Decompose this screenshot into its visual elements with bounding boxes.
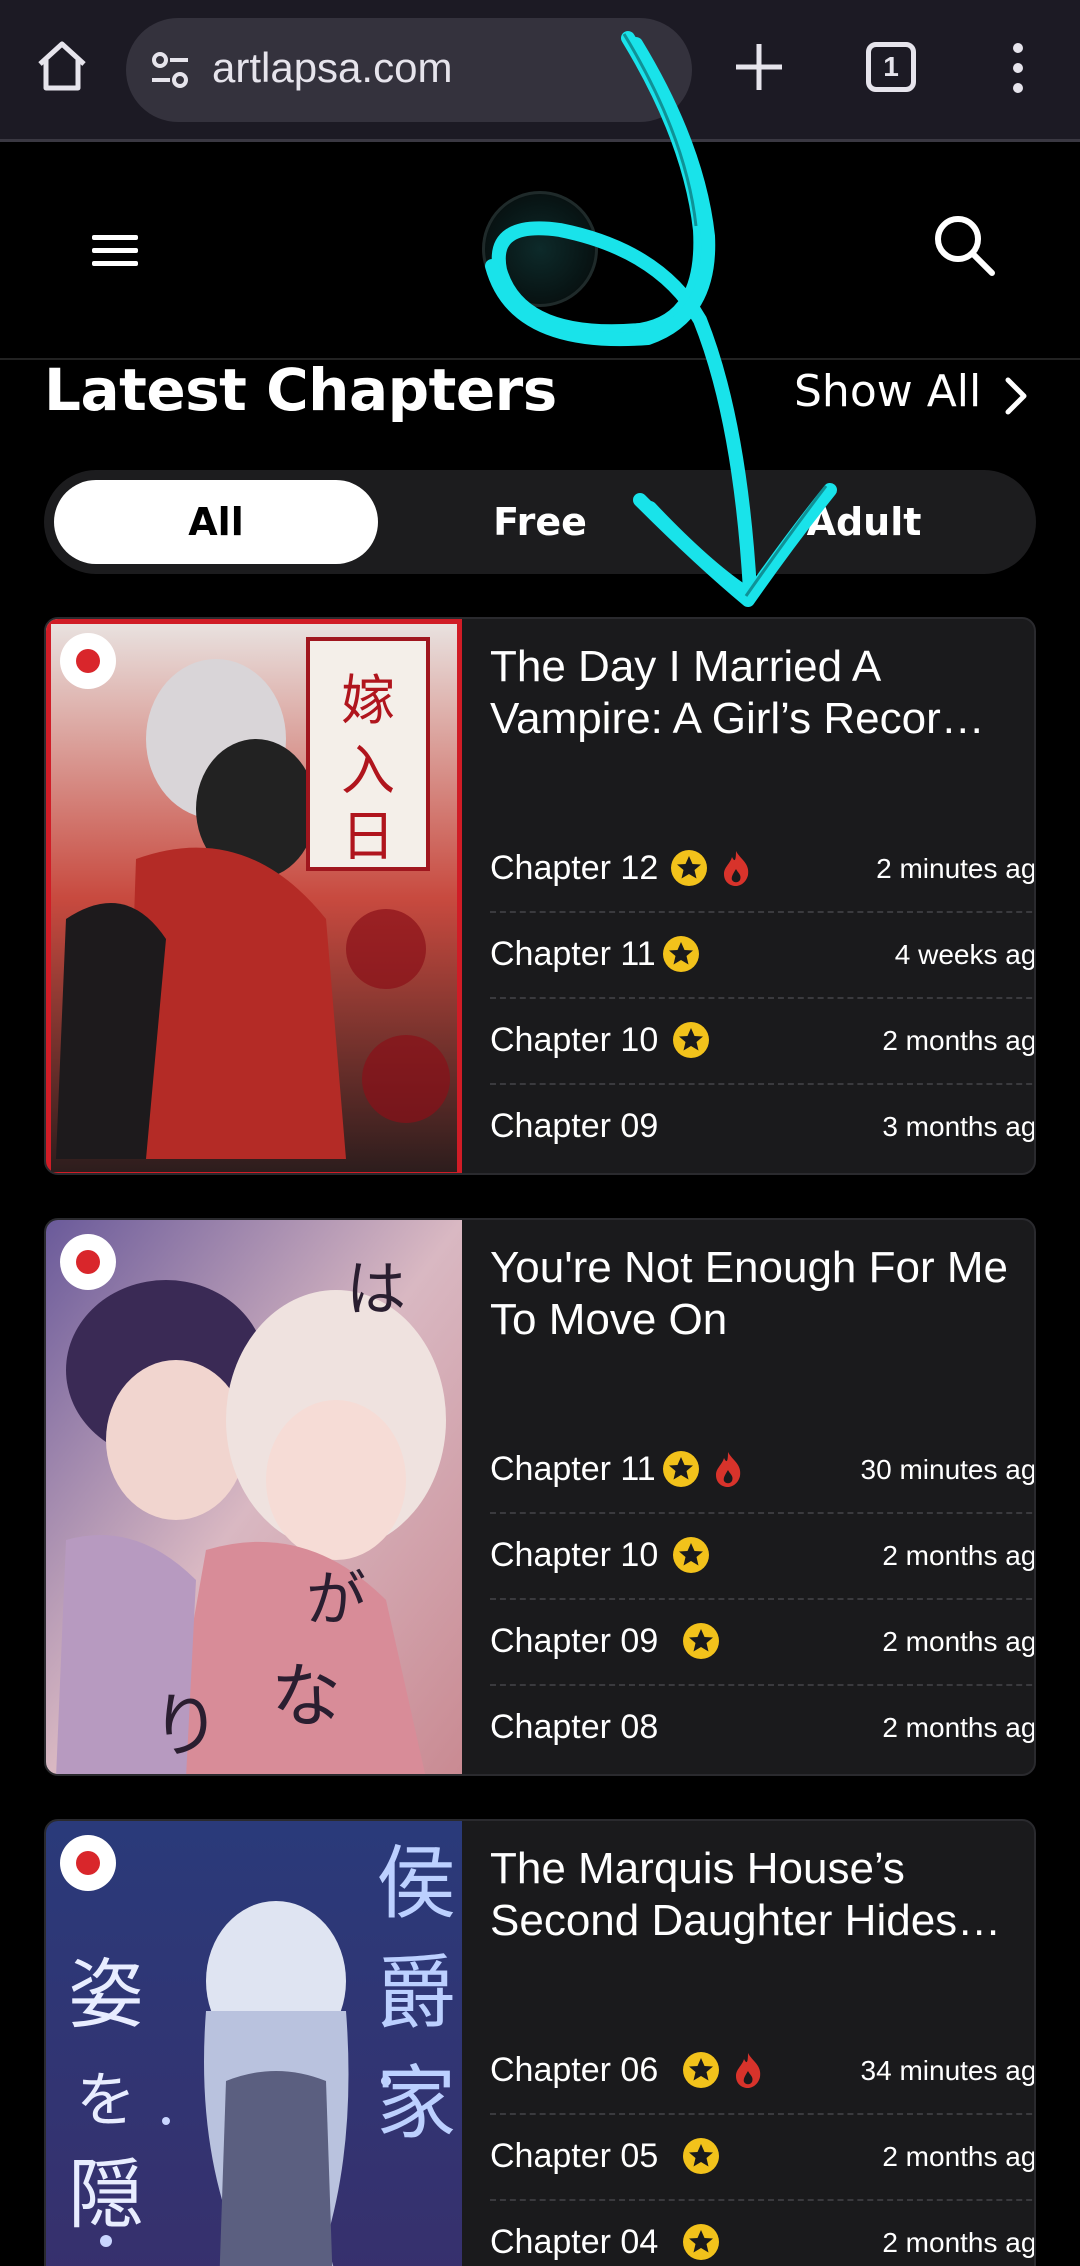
japan-flag-icon (60, 1835, 116, 1891)
site-logo[interactable] (482, 191, 598, 307)
svg-text:り: り (151, 1685, 221, 1767)
star-icon (663, 936, 699, 972)
card-title[interactable]: The Marquis House’s Second Daughter Hide… (490, 1843, 1010, 1947)
chapter-badges (682, 2137, 720, 2177)
star-icon (673, 1537, 709, 1573)
star-icon (663, 1451, 699, 1487)
svg-text:は: は (346, 1255, 406, 1325)
chapter-row[interactable]: Chapter 05 2 months ago (490, 2115, 1036, 2201)
star-icon (683, 2224, 719, 2260)
chapter-label[interactable]: Chapter 09 (490, 1107, 658, 1146)
chapter-row[interactable]: Chapter 11 30 minutes ago (490, 1428, 1036, 1514)
chapter-badges (662, 935, 700, 975)
fire-icon (716, 1452, 741, 1487)
svg-text:爵: 爵 (376, 1947, 456, 2040)
star-icon (683, 2138, 719, 2174)
chapter-time: 2 months ago (882, 1025, 1036, 1056)
tune-icon[interactable] (148, 48, 192, 92)
chapter-row[interactable]: Chapter 10 2 months ago (490, 999, 1036, 1085)
chapter-badges (670, 849, 752, 889)
chapter-badges (662, 1450, 744, 1490)
fire-icon (736, 2053, 761, 2088)
chapter-time: 34 minutes ago (860, 2055, 1036, 2086)
plus-icon[interactable] (728, 36, 790, 98)
browser-toolbar: artlapsa.com 1 (0, 0, 1080, 142)
filter-tab-all[interactable]: All (54, 480, 378, 564)
chapter-time: 2 months ago (882, 1712, 1036, 1743)
chapter-label[interactable]: Chapter 06 (490, 2051, 658, 2090)
chapter-time: 2 months ago (882, 2227, 1036, 2258)
svg-text:姿: 姿 (68, 1950, 144, 2039)
fire-icon (724, 851, 749, 886)
manga-card[interactable]: は が な り You're Not Enough For Me To Move… (44, 1218, 1036, 1776)
chapter-time: 4 weeks ago (894, 939, 1036, 970)
chapter-time: 3 months ago (882, 1111, 1036, 1142)
chapter-row[interactable]: Chapter 09 2 months ago (490, 1600, 1036, 1686)
svg-text:侯: 侯 (376, 1837, 456, 1930)
chapter-row[interactable]: Chapter 09 3 months ago (490, 1085, 1036, 1171)
site-header (0, 145, 1080, 360)
search-icon[interactable] (930, 211, 1000, 281)
url-text[interactable]: artlapsa.com (212, 44, 452, 92)
address-bar[interactable]: artlapsa.com (126, 18, 692, 122)
svg-text:入: 入 (341, 739, 395, 802)
tab-switcher-button[interactable]: 1 (866, 42, 916, 92)
chapter-badges (682, 1622, 720, 1662)
hamburger-icon[interactable] (86, 229, 144, 273)
star-icon (671, 850, 707, 886)
japan-flag-icon (60, 633, 116, 689)
star-icon (673, 1022, 709, 1058)
chapter-label[interactable]: Chapter 10 (490, 1536, 658, 1575)
section-title: Latest Chapters (44, 356, 557, 424)
chapter-label[interactable]: Chapter 08 (490, 1708, 658, 1747)
chapter-row[interactable]: Chapter 04 2 months ago (490, 2201, 1036, 2266)
chapter-label[interactable]: Chapter 11 (490, 935, 656, 974)
chapter-row[interactable]: Chapter 06 34 minutes ago (490, 2029, 1036, 2115)
show-all-link[interactable]: Show All (794, 366, 981, 417)
svg-text:家: 家 (376, 2057, 456, 2150)
chapter-time: 30 minutes ago (860, 1454, 1036, 1485)
chapter-badges (682, 2223, 720, 2263)
chapter-label[interactable]: Chapter 12 (490, 849, 658, 888)
cover-image[interactable]: 侯 爵 家 姿 を 隠 (46, 1821, 462, 2266)
chapter-label[interactable]: Chapter 05 (490, 2137, 658, 2176)
svg-text:隠: 隠 (68, 2150, 144, 2239)
chapter-badges (682, 2051, 764, 2091)
star-icon (683, 2052, 719, 2088)
japan-flag-icon (60, 1234, 116, 1290)
chapter-label[interactable]: Chapter 04 (490, 2223, 658, 2262)
chapter-time: 2 months ago (882, 1540, 1036, 1571)
svg-text:を: を (76, 2066, 136, 2136)
chapter-row[interactable]: Chapter 10 2 months ago (490, 1514, 1036, 1600)
chapter-row[interactable]: Chapter 12 2 minutes ago (490, 827, 1036, 913)
filter-segmented-control: All Free Adult (44, 470, 1036, 574)
cover-image[interactable]: は が な り (46, 1220, 462, 1776)
chapter-row[interactable]: Chapter 11 4 weeks ago (490, 913, 1036, 999)
svg-text:嫁: 嫁 (341, 669, 395, 732)
filter-tab-adult[interactable]: Adult (702, 480, 1026, 564)
star-icon (683, 1623, 719, 1659)
svg-text:な: な (271, 1655, 341, 1737)
svg-text:日: 日 (341, 805, 395, 868)
card-title[interactable]: The Day I Married A Vampire: A Girl’s Re… (490, 641, 1010, 745)
chapter-row[interactable]: Chapter 08 2 months ago (490, 1686, 1036, 1772)
chapter-time: 2 months ago (882, 1626, 1036, 1657)
chapter-time: 2 months ago (882, 2141, 1036, 2172)
manga-card[interactable]: 侯 爵 家 姿 を 隠 The Marquis House’s Second D… (44, 1819, 1036, 2266)
card-title[interactable]: You're Not Enough For Me To Move On (490, 1242, 1010, 1346)
manga-card[interactable]: 嫁 入 日 The Day I Married A Vampire: A Gir… (44, 617, 1036, 1175)
filter-tab-free[interactable]: Free (378, 480, 702, 564)
chapter-label[interactable]: Chapter 10 (490, 1021, 658, 1060)
more-vert-icon[interactable] (1000, 40, 1036, 96)
cover-image[interactable]: 嫁 入 日 (46, 619, 462, 1175)
chapter-badges (672, 1536, 710, 1576)
chapter-time: 2 minutes ago (876, 853, 1036, 884)
svg-text:が: が (306, 1565, 366, 1635)
chapter-label[interactable]: Chapter 11 (490, 1450, 656, 1489)
chevron-right-icon[interactable] (998, 374, 1034, 418)
home-icon[interactable] (30, 34, 94, 98)
chapter-label[interactable]: Chapter 09 (490, 1622, 658, 1661)
chapter-badges (672, 1021, 710, 1061)
